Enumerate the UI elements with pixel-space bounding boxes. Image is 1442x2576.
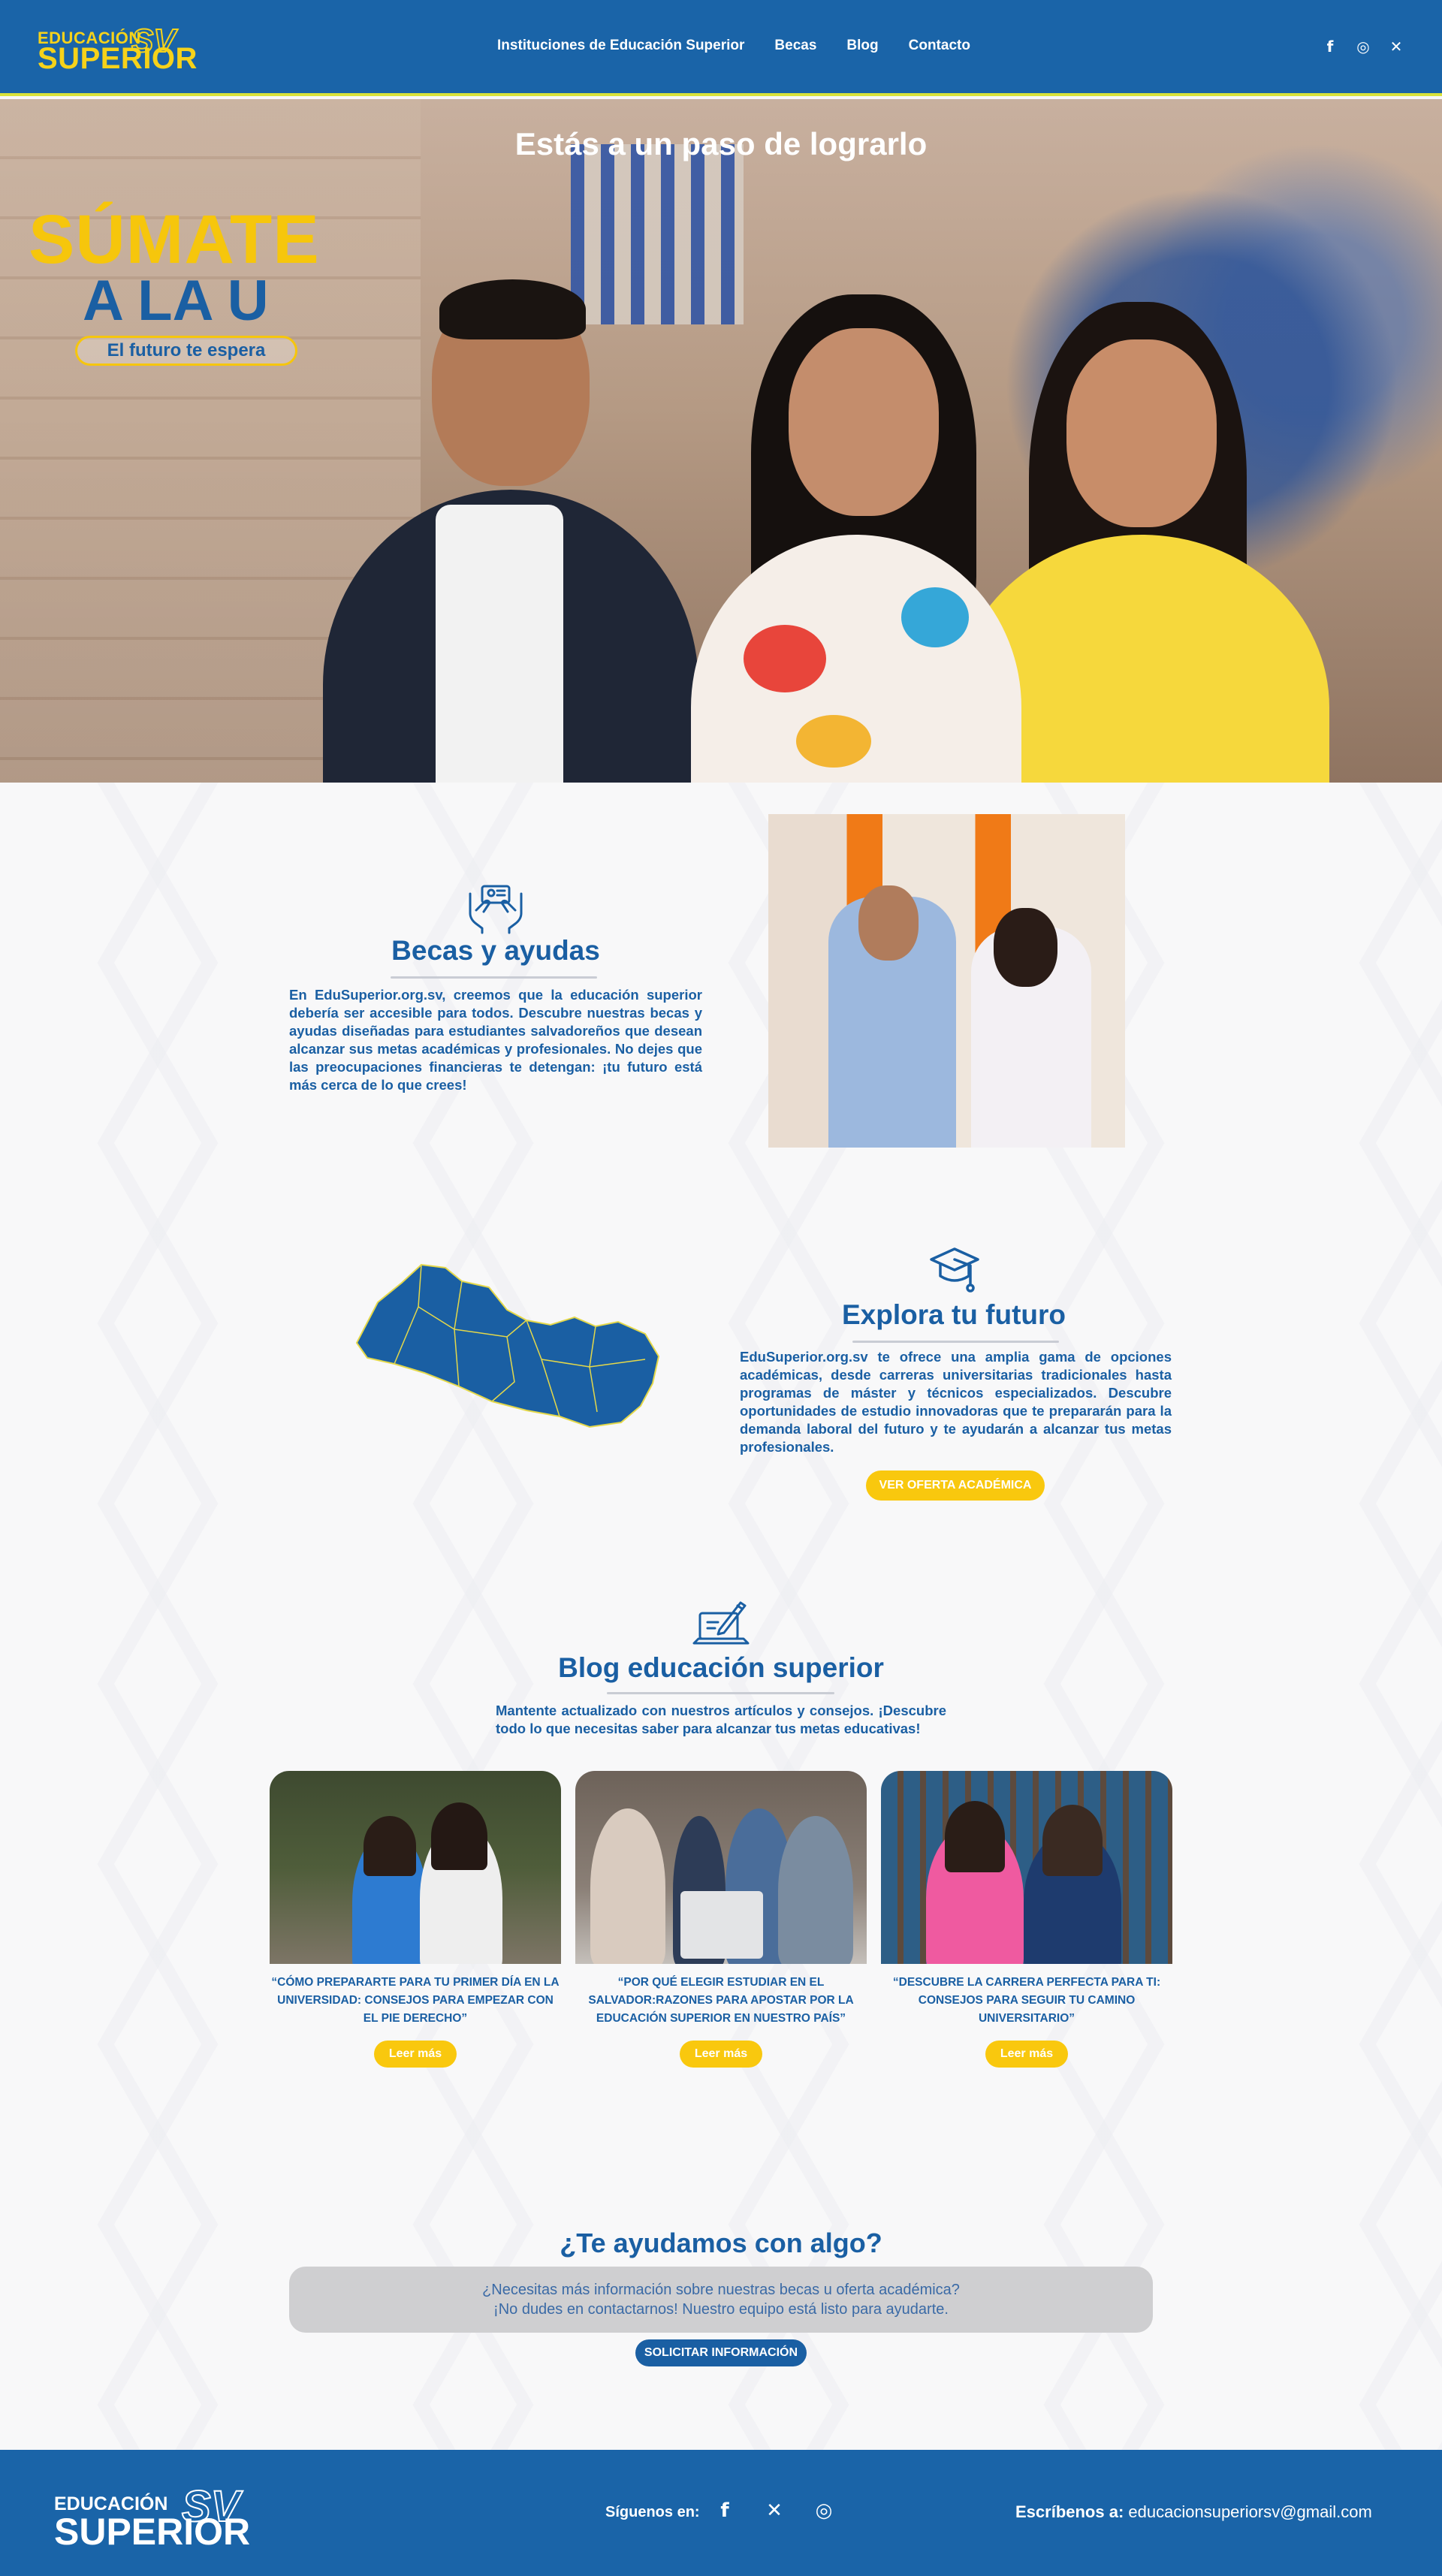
laptop: [680, 1891, 763, 1959]
leer-mas-button[interactable]: Leer más: [374, 2041, 457, 2068]
blouse-flower: [901, 587, 969, 647]
facebook-icon[interactable]: f: [1322, 38, 1338, 56]
el-salvador-map: [355, 1263, 660, 1428]
contact-label: Escríbenos a:: [1015, 2502, 1124, 2521]
nav-becas[interactable]: Becas: [774, 38, 816, 54]
graduation-cap-icon: [930, 1247, 979, 1293]
becas-title: Becas y ayudas: [391, 935, 600, 966]
x-icon[interactable]: ✕: [1388, 38, 1404, 56]
site-footer: SV EDUCACIÓN SUPERIOR Síguenos en: f ✕ ◎…: [0, 2450, 1442, 2576]
help-box: ¿Necesitas más información sobre nuestra…: [289, 2267, 1153, 2333]
blog-title: Blog educación superior: [558, 1652, 884, 1683]
student-1-shirt: [436, 505, 563, 783]
x-icon[interactable]: ✕: [763, 2499, 786, 2522]
student-head: [431, 1802, 487, 1870]
facebook-icon[interactable]: f: [713, 2499, 736, 2522]
student-2-head: [789, 328, 939, 516]
sumate-tagline: El futuro te espera: [75, 336, 297, 366]
nav-contacto[interactable]: Contacto: [909, 38, 970, 54]
blouse-flower: [796, 715, 871, 768]
contact-email[interactable]: educacionsuperiorsv@gmail.com: [1128, 2502, 1371, 2521]
main-nav: Instituciones de Educación Superior Beca…: [497, 38, 970, 54]
blog-subtitle: Mantente actualizado con nuestros artícu…: [496, 1703, 946, 1736]
nav-blog[interactable]: Blog: [846, 38, 878, 54]
blog-card-caption[interactable]: “DESCUBRE LA CARRERA PERFECTA PARA TI: C…: [881, 1974, 1172, 2028]
student-head: [945, 1801, 1005, 1872]
nav-instituciones[interactable]: Instituciones de Educación Superior: [497, 38, 744, 54]
instagram-icon[interactable]: ◎: [1355, 38, 1371, 56]
student-head: [994, 908, 1057, 987]
blog-card-image[interactable]: [575, 1771, 867, 1964]
help-line-1: ¿Necesitas más información sobre nuestra…: [482, 2282, 960, 2298]
becas-text: En EduSuperior.org.sv, creemos que la ed…: [289, 987, 702, 1093]
hero-title: Estás a un paso de lograrlo: [514, 126, 928, 161]
students-tablet-photo: [768, 814, 1125, 1148]
logo-main-text: SUPERIOR: [54, 2511, 251, 2553]
footer-logo[interactable]: SV EDUCACIÓN SUPERIOR: [54, 2477, 279, 2553]
student-head: [858, 885, 919, 961]
blog-card-caption[interactable]: “POR QUÉ ELEGIR ESTUDIAR EN EL SALVADOR:…: [575, 1974, 867, 2028]
footer-social: f ✕ ◎: [713, 2499, 835, 2522]
help-title: ¿Te ayudamos con algo?: [560, 2228, 882, 2258]
hands-scholarship-icon: [469, 885, 523, 934]
site-header: SV EDUCACIÓN SUPERIOR Instituciones de E…: [0, 0, 1442, 96]
sumate-badge: SÚMATE A LA U El futuro te espera: [29, 201, 344, 366]
title-underline: [852, 1341, 1059, 1343]
blog-card-caption[interactable]: “CÓMO PREPARARTE PARA TU PRIMER DÍA EN L…: [270, 1974, 561, 2028]
sumate-line2: A LA U: [83, 269, 269, 333]
title-underline: [391, 976, 597, 979]
student-1-hair: [439, 279, 586, 339]
student-head: [364, 1816, 416, 1876]
title-underline: [607, 1692, 834, 1694]
solicitar-informacion-button[interactable]: SOLICITAR INFORMACIÓN: [635, 2339, 807, 2366]
explora-text: EduSuperior.org.sv te ofrece una amplia …: [740, 1349, 1172, 1455]
instagram-icon[interactable]: ◎: [813, 2499, 835, 2522]
laptop-writing-icon: [692, 1601, 750, 1645]
hero-window: [571, 144, 744, 324]
student-head: [1042, 1805, 1103, 1876]
student-figure: [590, 1808, 665, 1964]
student-3-head: [1066, 339, 1217, 527]
leer-mas-button[interactable]: Leer más: [680, 2041, 762, 2068]
site-logo[interactable]: SV EDUCACIÓN SUPERIOR: [38, 22, 198, 75]
logo-main-text: SUPERIOR: [38, 42, 198, 75]
follow-label: Síguenos en:: [605, 2504, 700, 2520]
explora-title: Explora tu futuro: [841, 1299, 1066, 1330]
help-line-2: ¡No dudes en contactarnos! Nuestro equip…: [493, 2301, 949, 2318]
sumate-line1: SÚMATE: [29, 201, 320, 278]
student-figure: [778, 1816, 853, 1964]
footer-contact: Escríbenos a: educacionsuperiorsv@gmail.…: [1015, 2502, 1372, 2522]
header-social: f ◎ ✕: [1322, 38, 1404, 56]
leer-mas-button[interactable]: Leer más: [985, 2041, 1068, 2068]
blog-card-image[interactable]: [881, 1771, 1172, 1964]
blog-card-image[interactable]: [270, 1771, 561, 1964]
blouse-flower: [744, 625, 826, 692]
ver-oferta-academica-button[interactable]: VER OFERTA ACADÉMICA: [866, 1470, 1045, 1501]
